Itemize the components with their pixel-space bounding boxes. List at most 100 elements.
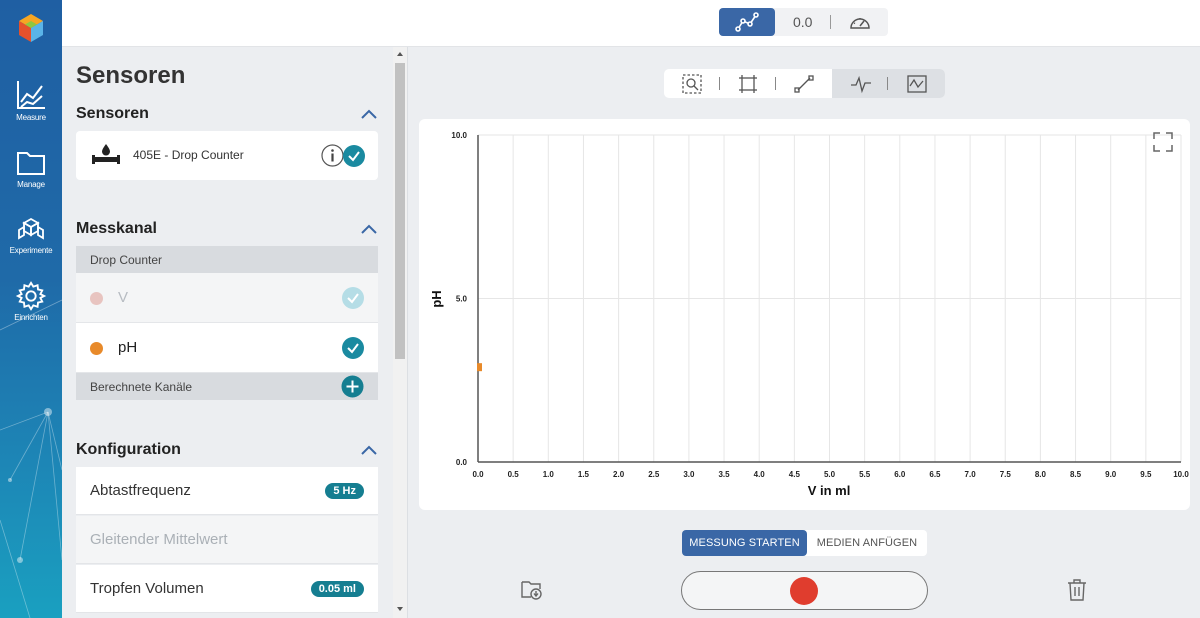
x-tick-labels: 0.0 0.5 1.0 1.5 2.0 2.5 3.0 3.5 4.0 4.5 5.0 5.5 6.0 6… bbox=[472, 470, 1189, 479]
channel-label: pH bbox=[118, 339, 138, 356]
chevron-up-icon[interactable] bbox=[360, 441, 378, 459]
config-section-title: Konfiguration bbox=[76, 441, 181, 458]
checkmark-icon bbox=[347, 343, 359, 354]
view-switch: 0.0 bbox=[719, 8, 888, 36]
interpolate-icon[interactable] bbox=[793, 73, 815, 95]
y-tick-label: 5.0 bbox=[456, 295, 468, 304]
channel-group-header: Drop Counter bbox=[76, 246, 378, 273]
x-tick-label: 3.5 bbox=[718, 470, 730, 479]
y-axis-label: pH bbox=[429, 290, 444, 307]
sensor-panel: Sensoren Sensoren 405E - Drop Counter Me… bbox=[62, 47, 408, 618]
save-folder-icon[interactable] bbox=[520, 578, 544, 602]
y-tick-label: 10.0 bbox=[451, 131, 467, 140]
scroll-down-arrow[interactable] bbox=[397, 607, 403, 611]
trash-icon[interactable] bbox=[1066, 578, 1088, 602]
x-tick-label: 6.5 bbox=[929, 470, 941, 479]
channel-color-dot bbox=[90, 342, 103, 355]
nav-measure[interactable]: Measure bbox=[0, 79, 62, 122]
config-value-badge: 5 Hz bbox=[325, 483, 364, 499]
x-tick-label: 10.0 bbox=[1173, 470, 1189, 479]
config-label: Abtastfrequenz bbox=[90, 482, 191, 499]
channel-toggle-check[interactable] bbox=[342, 287, 364, 309]
fullscreen-icon[interactable] bbox=[1152, 131, 1174, 153]
analysis-fit-icon[interactable] bbox=[906, 73, 928, 95]
config-row-sample-rate[interactable]: Abtastfrequenz 5 Hz bbox=[76, 467, 378, 515]
config-section-header[interactable]: Konfiguration bbox=[76, 441, 378, 459]
chart-card: 0.0 0.5 1.0 1.5 2.0 2.5 3.0 3.5 4.0 4.5 5.0 5.5 6.0 6… bbox=[419, 119, 1190, 510]
channel-section-title: Messkanal bbox=[76, 220, 157, 237]
drop-counter-icon bbox=[92, 144, 120, 164]
x-tick-label: 0.5 bbox=[508, 470, 520, 479]
checkmark-icon bbox=[347, 293, 359, 304]
numeric-view-button[interactable]: 0.0 bbox=[793, 14, 812, 30]
x-tick-label: 4.5 bbox=[789, 470, 801, 479]
record-dot-icon bbox=[790, 577, 818, 605]
graph-view-button[interactable] bbox=[719, 8, 775, 36]
x-axis-label: V in ml bbox=[808, 483, 851, 498]
nav-manage-label: Manage bbox=[17, 180, 45, 189]
toolbar-divider bbox=[719, 77, 720, 90]
record-button[interactable] bbox=[681, 571, 928, 610]
gear-icon bbox=[15, 281, 47, 311]
x-tick-label: 1.5 bbox=[578, 470, 590, 479]
x-tick-label: 2.5 bbox=[648, 470, 660, 479]
x-tick-label: 8.0 bbox=[1035, 470, 1047, 479]
scroll-up-arrow[interactable] bbox=[397, 52, 403, 56]
nav-settings-label: Einrichten bbox=[14, 313, 48, 322]
y-tick-labels: 0.0 5.0 10.0 bbox=[451, 131, 467, 467]
sensor-name: 405E - Drop Counter bbox=[133, 148, 244, 162]
config-row-drop-volume[interactable]: Tropfen Volumen 0.05 ml bbox=[76, 565, 378, 613]
x-tick-label: 7.5 bbox=[1000, 470, 1012, 479]
view-switch-divider bbox=[830, 15, 831, 29]
folder-icon bbox=[17, 152, 45, 175]
x-tick-label: 0.0 bbox=[472, 470, 484, 479]
start-measurement-tab[interactable]: MESSUNG STARTEN bbox=[682, 530, 807, 556]
config-label: Tropfen Volumen bbox=[90, 580, 204, 597]
app-logo[interactable] bbox=[13, 11, 49, 47]
chart-plot[interactable]: 0.0 0.5 1.0 1.5 2.0 2.5 3.0 3.5 4.0 4.5 5.0 5.5 6.0 6… bbox=[419, 119, 1190, 510]
nav-rail: Measure Manage Experimente Einrichten bbox=[0, 0, 62, 618]
channel-row-v[interactable]: V bbox=[76, 273, 378, 323]
add-channel-icon[interactable] bbox=[341, 375, 364, 398]
nav-experiments[interactable]: Experimente bbox=[0, 216, 62, 255]
gauge-view-icon[interactable] bbox=[849, 13, 871, 31]
scroll-thumb[interactable] bbox=[395, 63, 405, 359]
nav-experiments-label: Experimente bbox=[9, 246, 53, 255]
config-label: Gleitender Mittelwert bbox=[90, 531, 228, 548]
y-tick-label: 0.0 bbox=[456, 458, 468, 467]
x-tick-label: 8.5 bbox=[1070, 470, 1082, 479]
x-tick-label: 5.0 bbox=[824, 470, 836, 479]
chevron-up-icon[interactable] bbox=[360, 220, 378, 238]
checkmark-icon bbox=[348, 151, 360, 162]
channel-section-header[interactable]: Messkanal bbox=[76, 220, 378, 238]
sensor-enabled-check[interactable] bbox=[343, 145, 365, 167]
autoscale-icon[interactable] bbox=[737, 73, 759, 95]
x-tick-label: 4.0 bbox=[754, 470, 766, 479]
attach-media-tab[interactable]: MEDIEN ANFÜGEN bbox=[809, 530, 925, 556]
mode-tabs: MESSUNG STARTEN MEDIEN ANFÜGEN bbox=[682, 530, 927, 556]
sensors-section-title: Sensoren bbox=[76, 105, 149, 122]
zoom-region-icon[interactable] bbox=[681, 73, 703, 95]
nav-manage[interactable]: Manage bbox=[0, 148, 62, 189]
graph-view-icon bbox=[735, 12, 759, 32]
panel-scrollbar[interactable] bbox=[393, 47, 407, 618]
chevron-up-icon[interactable] bbox=[360, 105, 378, 123]
chart-grid bbox=[477, 134, 1182, 463]
panel-title: Sensoren bbox=[76, 62, 186, 89]
nav-measure-label: Measure bbox=[16, 113, 46, 122]
x-tick-label: 5.5 bbox=[859, 470, 871, 479]
nav-settings[interactable]: Einrichten bbox=[0, 281, 62, 322]
chart-points bbox=[477, 363, 482, 372]
info-icon[interactable] bbox=[321, 144, 344, 167]
config-row-moving-average: Gleitender Mittelwert bbox=[76, 516, 378, 564]
channel-row-ph[interactable]: pH bbox=[76, 323, 378, 373]
channel-label: V bbox=[118, 289, 129, 306]
toolbar-analysis-group bbox=[832, 69, 945, 98]
analysis-peak-icon[interactable] bbox=[850, 73, 872, 95]
channel-toggle-check[interactable] bbox=[342, 337, 364, 359]
x-tick-label: 3.0 bbox=[683, 470, 695, 479]
sensors-section-header[interactable]: Sensoren bbox=[76, 105, 378, 123]
sensor-card[interactable]: 405E - Drop Counter bbox=[76, 131, 378, 180]
top-bar: 0.0 bbox=[62, 0, 1200, 47]
experiments-icon bbox=[18, 217, 44, 240]
